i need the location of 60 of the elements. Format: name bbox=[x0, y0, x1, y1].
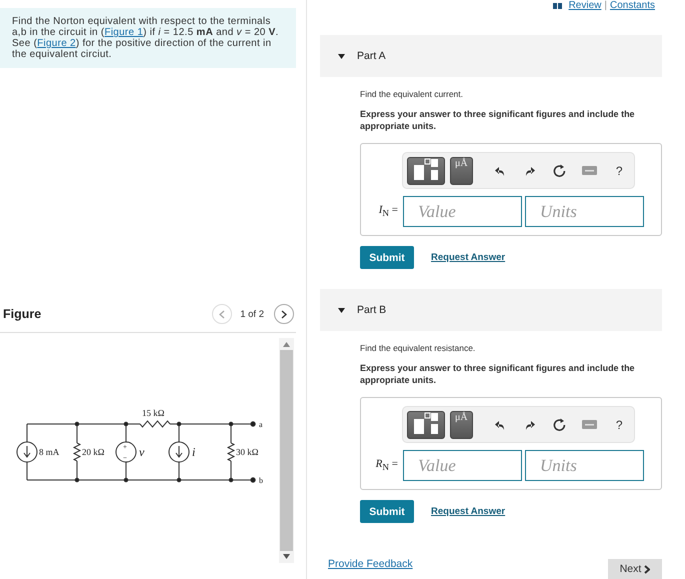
terminal-label: b bbox=[259, 476, 263, 484]
figure-link[interactable]: Figure 1 bbox=[104, 27, 144, 38]
reset-icon bbox=[553, 418, 566, 431]
instruction-text: Express your answer to three significant figures and include the appropriate units. bbox=[360, 363, 636, 386]
keyboard-icon bbox=[582, 166, 597, 175]
redo-icon bbox=[524, 164, 536, 176]
next-button[interactable]: Next bbox=[608, 559, 662, 579]
terminal-label: a bbox=[259, 420, 263, 428]
scrollbar[interactable] bbox=[279, 338, 294, 563]
constants-link[interactable]: Constants bbox=[610, 0, 655, 11]
redo-icon bbox=[524, 418, 536, 430]
request-answer-link[interactable]: Request Answer bbox=[431, 506, 506, 517]
part-header[interactable]: Part A bbox=[320, 35, 662, 77]
scroll-up-icon bbox=[283, 342, 290, 347]
help-button[interactable]: ? bbox=[604, 418, 634, 432]
question-text: Find the equivalent resistance. bbox=[360, 343, 476, 353]
units-field[interactable]: Units bbox=[525, 450, 644, 481]
units-field[interactable]: Units bbox=[525, 196, 644, 227]
undo-icon bbox=[494, 164, 506, 176]
figure-link[interactable]: Figure 2 bbox=[37, 38, 76, 49]
instruction-text: Express your answer to three significant figures and include the appropriate units. bbox=[360, 109, 636, 132]
scroll-down-icon bbox=[283, 554, 290, 559]
part-header[interactable]: Part B bbox=[320, 289, 662, 331]
next-button[interactable] bbox=[274, 304, 294, 324]
reset-icon bbox=[553, 164, 566, 177]
submit-button[interactable]: Submit bbox=[360, 500, 414, 523]
chevron-left-icon bbox=[219, 310, 226, 318]
template-icon bbox=[412, 158, 440, 182]
current-label: i bbox=[192, 444, 196, 458]
template-button[interactable] bbox=[407, 410, 445, 438]
variable-label: I$_{N}$ = bbox=[378, 204, 399, 219]
review-link[interactable]: Review bbox=[568, 0, 602, 11]
chevron-icon bbox=[644, 564, 650, 574]
chevron-right-icon bbox=[281, 310, 287, 318]
page-counter: 1 of 2 bbox=[240, 308, 264, 320]
book-icon bbox=[552, 2, 563, 8]
help-button[interactable]: ? bbox=[604, 164, 634, 178]
resistor-label: 15 kΩ bbox=[142, 408, 164, 418]
problem-text: Find the Norton equivalent with respect to the terminals a,b in the circuit in (Figure 1) if i = 12.5 mA and v = 20 V. See (Figure 2) for the positive direction of the current in the equivalent circiut. bbox=[0, 8, 296, 68]
current-label: 8 mA bbox=[39, 446, 60, 456]
variable-label: R$_{N}$ = bbox=[374, 458, 399, 473]
question-text: Find the equivalent current. bbox=[360, 89, 464, 99]
submit-button[interactable]: Submit bbox=[360, 246, 414, 269]
voltage-label: v bbox=[139, 444, 144, 458]
keyboard-icon bbox=[582, 420, 597, 429]
value-field[interactable]: Value bbox=[403, 450, 522, 481]
units-button[interactable]: μÅ bbox=[450, 156, 473, 184]
figure-title: Figure bbox=[3, 307, 42, 321]
units-button[interactable]: μÅ bbox=[450, 410, 473, 438]
value-field[interactable]: Value bbox=[403, 196, 522, 227]
resistor-label: 20 kΩ bbox=[82, 446, 104, 456]
resistor-label: 30 kΩ bbox=[236, 446, 258, 456]
template-icon bbox=[412, 412, 440, 436]
separator: | bbox=[604, 0, 607, 11]
part-title: Part B bbox=[357, 304, 386, 316]
feedback-link[interactable]: Provide Feedback bbox=[328, 558, 413, 570]
part-title: Part A bbox=[357, 50, 386, 62]
request-answer-link[interactable]: Request Answer bbox=[431, 252, 506, 263]
template-button[interactable] bbox=[407, 156, 445, 184]
undo-icon bbox=[494, 418, 506, 430]
